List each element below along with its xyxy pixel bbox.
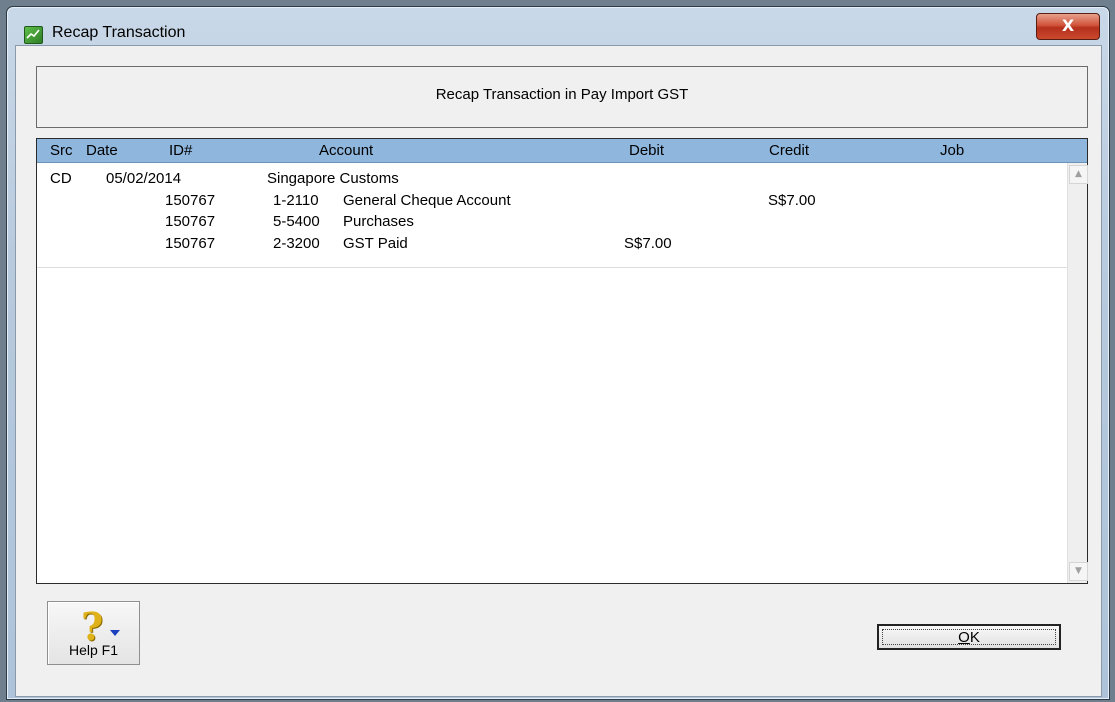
cell-id: 150767	[165, 213, 216, 230]
column-account: Account	[319, 142, 374, 159]
cell-debit: S$7.00	[624, 235, 672, 252]
row-separator	[37, 267, 1067, 268]
cell-account-no: 2-3200	[273, 235, 320, 252]
ok-label-rest: K	[969, 629, 980, 646]
column-src: Src	[50, 142, 73, 159]
column-date: Date	[86, 142, 118, 159]
app-icon	[24, 26, 43, 44]
cell-date: 05/02/2014	[106, 170, 182, 187]
table-row[interactable]: 150767 1-2110 General Cheque Account S$7…	[37, 192, 1067, 214]
help-button-label: Help F1	[68, 642, 119, 658]
chevron-down-icon	[110, 630, 120, 636]
cell-src: CD	[50, 170, 72, 187]
recap-grid[interactable]: Src Date ID# Account Debit Credit Job CD…	[36, 138, 1088, 584]
cell-account-name: Purchases	[343, 213, 414, 230]
table-row[interactable]: 150767 2-3200 GST Paid S$7.00	[37, 235, 1067, 257]
column-id: ID#	[169, 142, 193, 159]
column-credit: Credit	[769, 142, 810, 159]
cell-credit: S$7.00	[768, 192, 816, 209]
recap-header: Recap Transaction in Pay Import GST	[36, 66, 1088, 128]
column-job: Job	[940, 142, 965, 159]
table-row[interactable]: 150767 5-5400 Purchases	[37, 213, 1067, 235]
cell-account-no: 1-2110	[273, 192, 319, 209]
ok-button-label: OK	[882, 629, 1056, 646]
cell-account-name: GST Paid	[343, 235, 408, 252]
cell-id: 150767	[165, 192, 216, 209]
dialog-client-area: Recap Transaction in Pay Import GST Src …	[15, 45, 1102, 697]
scroll-up-icon[interactable]: ▲	[1069, 165, 1088, 184]
recap-header-title: Recap Transaction in Pay Import GST	[435, 86, 689, 103]
cell-account-name: General Cheque Account	[343, 192, 511, 209]
cell-id: 150767	[165, 235, 216, 252]
close-icon[interactable]: X	[1036, 13, 1100, 40]
grid-header: Src Date ID# Account Debit Credit Job	[37, 139, 1087, 163]
help-button[interactable]: ? Help F1	[47, 601, 140, 665]
grid-body: CD 05/02/2014 Singapore Customs 150767 1…	[37, 163, 1067, 583]
title-bar[interactable]: Recap Transaction X	[7, 7, 1109, 44]
table-row[interactable]: CD 05/02/2014 Singapore Customs	[37, 170, 1067, 192]
ok-mnemonic: O	[958, 629, 970, 646]
scroll-down-icon[interactable]: ▼	[1069, 562, 1088, 581]
cell-account-no: 5-5400	[273, 213, 320, 230]
column-debit: Debit	[629, 142, 665, 159]
recap-transaction-window: Recap Transaction X Recap Transaction in…	[6, 6, 1110, 700]
window-title: Recap Transaction	[52, 24, 186, 41]
ok-button[interactable]: OK	[877, 624, 1061, 650]
vertical-scrollbar[interactable]: ▲ ▼	[1067, 163, 1088, 583]
cell-account-no: Singapore Customs	[267, 170, 399, 187]
